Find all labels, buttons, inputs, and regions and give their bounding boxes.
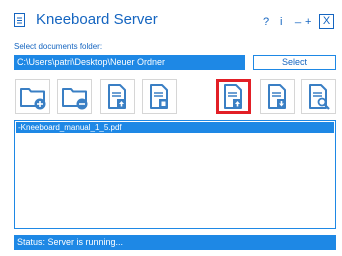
minimize-button[interactable]: _ — [295, 13, 301, 24]
add-folder-button[interactable] — [15, 79, 50, 114]
app-title: Kneeboard Server — [36, 11, 158, 28]
status-bar: Status: Server is running... — [14, 235, 336, 250]
document-icon — [14, 13, 25, 27]
add-document-button[interactable] — [100, 79, 135, 114]
help-button[interactable]: ? — [263, 17, 269, 28]
info-button[interactable]: i — [280, 17, 282, 28]
remove-folder-button[interactable] — [57, 79, 92, 114]
document-download-icon — [268, 84, 286, 109]
maximize-button[interactable]: + — [305, 17, 311, 28]
app-window: Kneeboard Server ? i _ + X Select docume… — [0, 0, 342, 256]
close-button[interactable]: X — [319, 14, 334, 29]
document-list[interactable]: -Kneeboard_manual_1_5.pdf — [14, 120, 336, 229]
folder-add-icon — [20, 88, 46, 110]
folder-label: Select documents folder: — [14, 42, 103, 51]
title-bar[interactable]: Kneeboard Server ? i _ + X — [0, 0, 342, 40]
search-document-button[interactable] — [301, 79, 336, 114]
upload-document-button[interactable] — [216, 79, 251, 114]
document-delete-icon — [150, 84, 168, 109]
document-upload-icon — [108, 84, 126, 109]
select-folder-button[interactable]: Select — [253, 55, 336, 70]
folder-path-field[interactable]: C:\Users\patri\Desktop\Neuer Ordner — [14, 55, 245, 70]
download-document-button[interactable] — [260, 79, 295, 114]
document-upload-icon — [224, 84, 242, 109]
document-search-icon — [309, 84, 330, 110]
delete-document-button[interactable] — [142, 79, 177, 114]
folder-remove-icon — [62, 88, 88, 110]
list-item[interactable]: -Kneeboard_manual_1_5.pdf — [16, 122, 334, 133]
